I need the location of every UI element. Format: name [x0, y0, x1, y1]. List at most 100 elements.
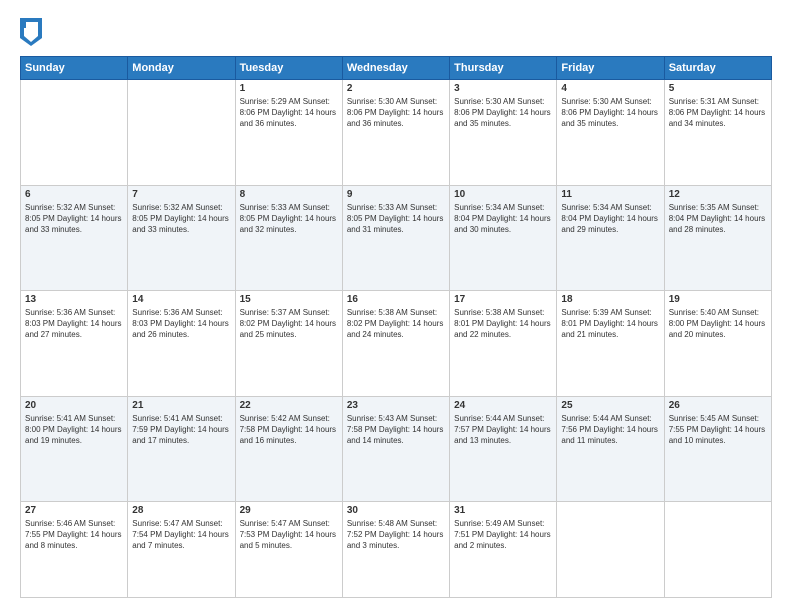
day-number: 24	[454, 400, 552, 411]
day-number: 12	[669, 189, 767, 200]
calendar-cell: 10 Sunrise: 5:34 AM Sunset: 8:04 PM Dayli…	[450, 185, 557, 291]
calendar-cell: 20Sunrise: 5:41 AM Sunset: 8:00 PM Dayli…	[21, 396, 128, 502]
day-detail: Sunrise: 5:34 AM Sunset: 8:04 PM Dayligh…	[561, 202, 659, 236]
day-detail: Sunrise: 5:34 AM Sunset: 8:04 PM Dayligh…	[454, 202, 552, 236]
calendar-cell	[557, 502, 664, 598]
day-detail: Sunrise: 5:36 AM Sunset: 8:03 PM Dayligh…	[132, 307, 230, 341]
calendar-cell: 3Sunrise: 5:30 AM Sunset: 8:06 PM Daylig…	[450, 80, 557, 186]
day-number: 23	[347, 400, 445, 411]
day-number: 21	[132, 400, 230, 411]
header	[20, 18, 772, 46]
calendar-cell: 30 Sunrise: 5:48 AM Sunset: 7:52 PM Dayli…	[342, 502, 449, 598]
week-row-4: 20Sunrise: 5:41 AM Sunset: 8:00 PM Dayli…	[21, 396, 772, 502]
calendar-cell: 5 Sunrise: 5:31 AM Sunset: 8:06 PM Daylig…	[664, 80, 771, 186]
week-row-3: 13 Sunrise: 5:36 AM Sunset: 8:03 PM Dayli…	[21, 291, 772, 397]
day-number: 2	[347, 83, 445, 94]
day-detail: Sunrise: 5:46 AM Sunset: 7:55 PM Dayligh…	[25, 518, 123, 552]
day-detail: Sunrise: 5:37 AM Sunset: 8:02 PM Dayligh…	[240, 307, 338, 341]
day-number: 4	[561, 83, 659, 94]
calendar-cell: 19 Sunrise: 5:40 AM Sunset: 8:00 PM Dayli…	[664, 291, 771, 397]
day-number: 20	[25, 400, 123, 411]
day-detail: Sunrise: 5:47 AM Sunset: 7:54 PM Dayligh…	[132, 518, 230, 552]
weekday-header-saturday: Saturday	[664, 57, 771, 80]
day-detail: Sunrise: 5:35 AM Sunset: 8:04 PM Dayligh…	[669, 202, 767, 236]
weekday-header-tuesday: Tuesday	[235, 57, 342, 80]
calendar-cell: 7Sunrise: 5:32 AM Sunset: 8:05 PM Daylig…	[128, 185, 235, 291]
day-number: 9	[347, 189, 445, 200]
calendar-cell: 23 Sunrise: 5:43 AM Sunset: 7:58 PM Dayli…	[342, 396, 449, 502]
day-number: 8	[240, 189, 338, 200]
calendar-cell: 16 Sunrise: 5:38 AM Sunset: 8:02 PM Dayli…	[342, 291, 449, 397]
day-number: 13	[25, 294, 123, 305]
day-number: 16	[347, 294, 445, 305]
calendar-cell: 11 Sunrise: 5:34 AM Sunset: 8:04 PM Dayli…	[557, 185, 664, 291]
calendar-cell: 21Sunrise: 5:41 AM Sunset: 7:59 PM Dayli…	[128, 396, 235, 502]
day-number: 19	[669, 294, 767, 305]
calendar-table: SundayMondayTuesdayWednesdayThursdayFrid…	[20, 56, 772, 598]
day-number: 14	[132, 294, 230, 305]
calendar-cell: 18 Sunrise: 5:39 AM Sunset: 8:01 PM Dayli…	[557, 291, 664, 397]
weekday-header-friday: Friday	[557, 57, 664, 80]
day-number: 17	[454, 294, 552, 305]
day-detail: Sunrise: 5:39 AM Sunset: 8:01 PM Dayligh…	[561, 307, 659, 341]
day-number: 11	[561, 189, 659, 200]
calendar-cell: 6Sunrise: 5:32 AM Sunset: 8:05 PM Daylig…	[21, 185, 128, 291]
day-number: 27	[25, 505, 123, 516]
day-number: 5	[669, 83, 767, 94]
calendar-cell: 31Sunrise: 5:49 AM Sunset: 7:51 PM Dayli…	[450, 502, 557, 598]
logo-icon	[20, 18, 42, 46]
day-number: 1	[240, 83, 338, 94]
page: SundayMondayTuesdayWednesdayThursdayFrid…	[0, 0, 792, 612]
week-row-2: 6Sunrise: 5:32 AM Sunset: 8:05 PM Daylig…	[21, 185, 772, 291]
calendar-cell	[128, 80, 235, 186]
calendar-cell: 25Sunrise: 5:44 AM Sunset: 7:56 PM Dayli…	[557, 396, 664, 502]
day-number: 7	[132, 189, 230, 200]
calendar-cell: 24 Sunrise: 5:44 AM Sunset: 7:57 PM Dayli…	[450, 396, 557, 502]
weekday-header-row: SundayMondayTuesdayWednesdayThursdayFrid…	[21, 57, 772, 80]
day-detail: Sunrise: 5:45 AM Sunset: 7:55 PM Dayligh…	[669, 413, 767, 447]
weekday-header-thursday: Thursday	[450, 57, 557, 80]
calendar-cell: 15Sunrise: 5:37 AM Sunset: 8:02 PM Dayli…	[235, 291, 342, 397]
day-number: 18	[561, 294, 659, 305]
calendar-cell: 13Sunrise: 5:36 AM Sunset: 8:03 PM Dayli…	[21, 291, 128, 397]
calendar-cell	[21, 80, 128, 186]
day-number: 22	[240, 400, 338, 411]
logo	[20, 18, 46, 46]
calendar-cell: 26 Sunrise: 5:45 AM Sunset: 7:55 PM Dayli…	[664, 396, 771, 502]
calendar-cell: 17 Sunrise: 5:38 AM Sunset: 8:01 PM Dayli…	[450, 291, 557, 397]
calendar-cell: 4Sunrise: 5:30 AM Sunset: 8:06 PM Daylig…	[557, 80, 664, 186]
day-number: 6	[25, 189, 123, 200]
day-detail: Sunrise: 5:44 AM Sunset: 7:56 PM Dayligh…	[561, 413, 659, 447]
calendar-cell: 22 Sunrise: 5:42 AM Sunset: 7:58 PM Dayli…	[235, 396, 342, 502]
day-detail: Sunrise: 5:30 AM Sunset: 8:06 PM Dayligh…	[347, 96, 445, 130]
week-row-5: 27 Sunrise: 5:46 AM Sunset: 7:55 PM Dayli…	[21, 502, 772, 598]
calendar-cell: 1Sunrise: 5:29 AM Sunset: 8:06 PM Daylig…	[235, 80, 342, 186]
weekday-header-wednesday: Wednesday	[342, 57, 449, 80]
week-row-1: 1Sunrise: 5:29 AM Sunset: 8:06 PM Daylig…	[21, 80, 772, 186]
day-detail: Sunrise: 5:33 AM Sunset: 8:05 PM Dayligh…	[347, 202, 445, 236]
day-detail: Sunrise: 5:40 AM Sunset: 8:00 PM Dayligh…	[669, 307, 767, 341]
day-number: 28	[132, 505, 230, 516]
day-detail: Sunrise: 5:42 AM Sunset: 7:58 PM Dayligh…	[240, 413, 338, 447]
day-detail: Sunrise: 5:33 AM Sunset: 8:05 PM Dayligh…	[240, 202, 338, 236]
calendar-cell: 27 Sunrise: 5:46 AM Sunset: 7:55 PM Dayli…	[21, 502, 128, 598]
calendar-cell: 12 Sunrise: 5:35 AM Sunset: 8:04 PM Dayli…	[664, 185, 771, 291]
day-detail: Sunrise: 5:48 AM Sunset: 7:52 PM Dayligh…	[347, 518, 445, 552]
weekday-header-monday: Monday	[128, 57, 235, 80]
calendar-cell: 2 Sunrise: 5:30 AM Sunset: 8:06 PM Daylig…	[342, 80, 449, 186]
day-number: 29	[240, 505, 338, 516]
day-number: 10	[454, 189, 552, 200]
day-detail: Sunrise: 5:47 AM Sunset: 7:53 PM Dayligh…	[240, 518, 338, 552]
day-detail: Sunrise: 5:43 AM Sunset: 7:58 PM Dayligh…	[347, 413, 445, 447]
day-detail: Sunrise: 5:44 AM Sunset: 7:57 PM Dayligh…	[454, 413, 552, 447]
day-number: 26	[669, 400, 767, 411]
day-detail: Sunrise: 5:38 AM Sunset: 8:02 PM Dayligh…	[347, 307, 445, 341]
day-detail: Sunrise: 5:38 AM Sunset: 8:01 PM Dayligh…	[454, 307, 552, 341]
calendar-cell: 9 Sunrise: 5:33 AM Sunset: 8:05 PM Daylig…	[342, 185, 449, 291]
calendar-cell	[664, 502, 771, 598]
day-number: 31	[454, 505, 552, 516]
calendar-cell: 29 Sunrise: 5:47 AM Sunset: 7:53 PM Dayli…	[235, 502, 342, 598]
day-number: 30	[347, 505, 445, 516]
day-detail: Sunrise: 5:31 AM Sunset: 8:06 PM Dayligh…	[669, 96, 767, 130]
calendar-cell: 28 Sunrise: 5:47 AM Sunset: 7:54 PM Dayli…	[128, 502, 235, 598]
